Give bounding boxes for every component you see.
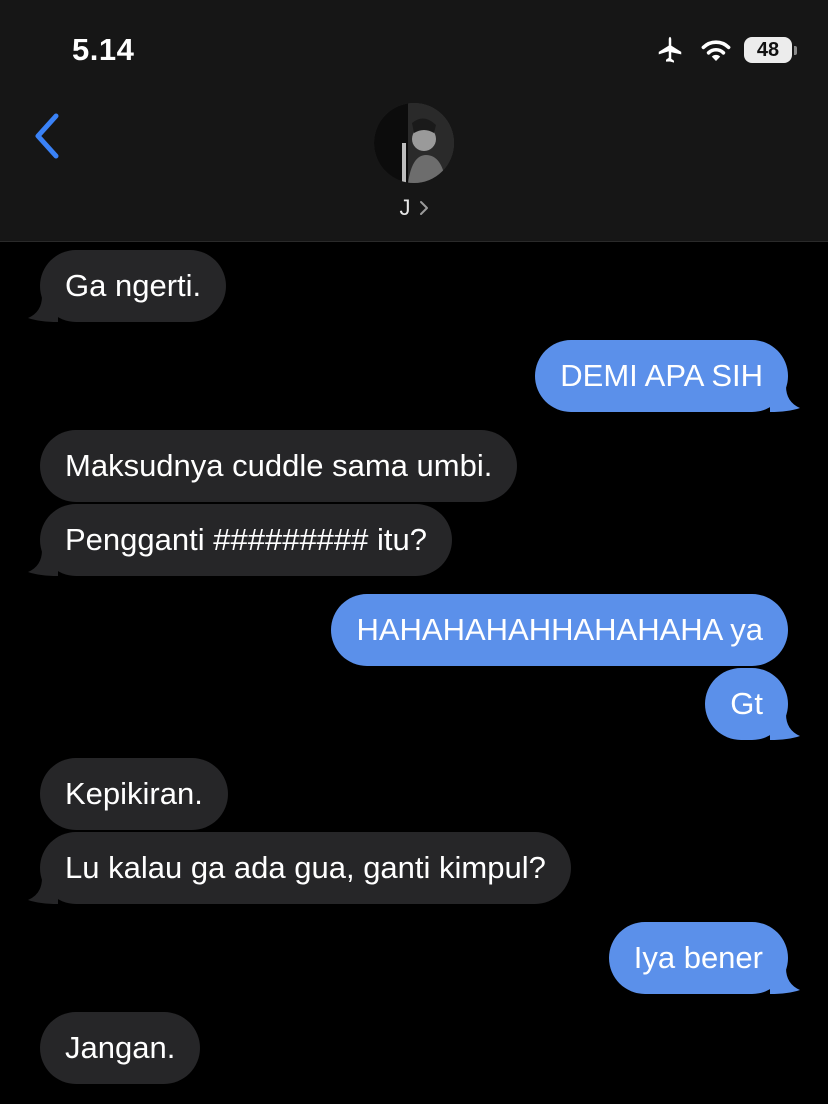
contact-name: J bbox=[399, 195, 411, 220]
received-message[interactable]: Jangan. bbox=[40, 1012, 201, 1084]
back-button[interactable] bbox=[30, 110, 64, 162]
avatar-photo bbox=[374, 103, 454, 183]
bubble-tail bbox=[28, 296, 58, 322]
bubble-tail bbox=[28, 878, 58, 904]
bubble-tail bbox=[770, 968, 800, 994]
received-message[interactable]: Kepikiran. bbox=[40, 758, 228, 830]
bubble-tail bbox=[770, 714, 800, 740]
message-text: Pengganti ######### itu? bbox=[65, 522, 427, 557]
message-text: DEMI APA SIH bbox=[560, 358, 763, 393]
contact-name-button[interactable]: J bbox=[0, 195, 828, 221]
received-message[interactable]: Maksudnya cuddle sama umbi. bbox=[40, 430, 518, 502]
sent-message[interactable]: DEMI APA SIH bbox=[535, 340, 800, 412]
wifi-icon bbox=[701, 40, 731, 61]
bubble-tail bbox=[28, 550, 58, 576]
message-text: Gt bbox=[730, 686, 763, 721]
sent-message[interactable]: Iya bener bbox=[608, 922, 800, 994]
status-icons: 48 bbox=[654, 34, 797, 66]
battery-icon: 48 bbox=[744, 37, 797, 63]
messages-screen: 5.14 48 J Ga ngerti. DEMI APA SIH Maksud… bbox=[0, 0, 828, 1104]
message-text: Ga ngerti. bbox=[65, 268, 202, 303]
bubble-tail bbox=[770, 386, 800, 412]
conversation-header: 5.14 48 J bbox=[0, 0, 828, 242]
chevron-right-icon bbox=[419, 201, 428, 215]
message-text: Maksudnya cuddle sama umbi. bbox=[65, 448, 493, 483]
received-message[interactable]: Lu kalau ga ada gua, ganti kimpul? bbox=[28, 832, 571, 904]
battery-level: 48 bbox=[756, 38, 780, 61]
contact-avatar[interactable] bbox=[374, 103, 454, 183]
message-text: Iya bener bbox=[633, 940, 763, 975]
airplane-icon bbox=[658, 36, 682, 63]
status-time: 5.14 bbox=[72, 32, 135, 67]
message-text: HAHAHAHAHHAHAHAHA ya bbox=[356, 612, 763, 647]
message-text: Lu kalau ga ada gua, ganti kimpul? bbox=[65, 850, 546, 885]
received-message[interactable]: Ga ngerti. bbox=[28, 250, 227, 322]
received-message[interactable]: Pengganti ######### itu? bbox=[28, 504, 452, 576]
message-text: Jangan. bbox=[65, 1030, 176, 1065]
sent-message[interactable]: HAHAHAHAHHAHAHAHA ya bbox=[331, 594, 788, 666]
sent-message[interactable]: Gt bbox=[705, 668, 800, 740]
message-text: Kepikiran. bbox=[65, 776, 203, 811]
